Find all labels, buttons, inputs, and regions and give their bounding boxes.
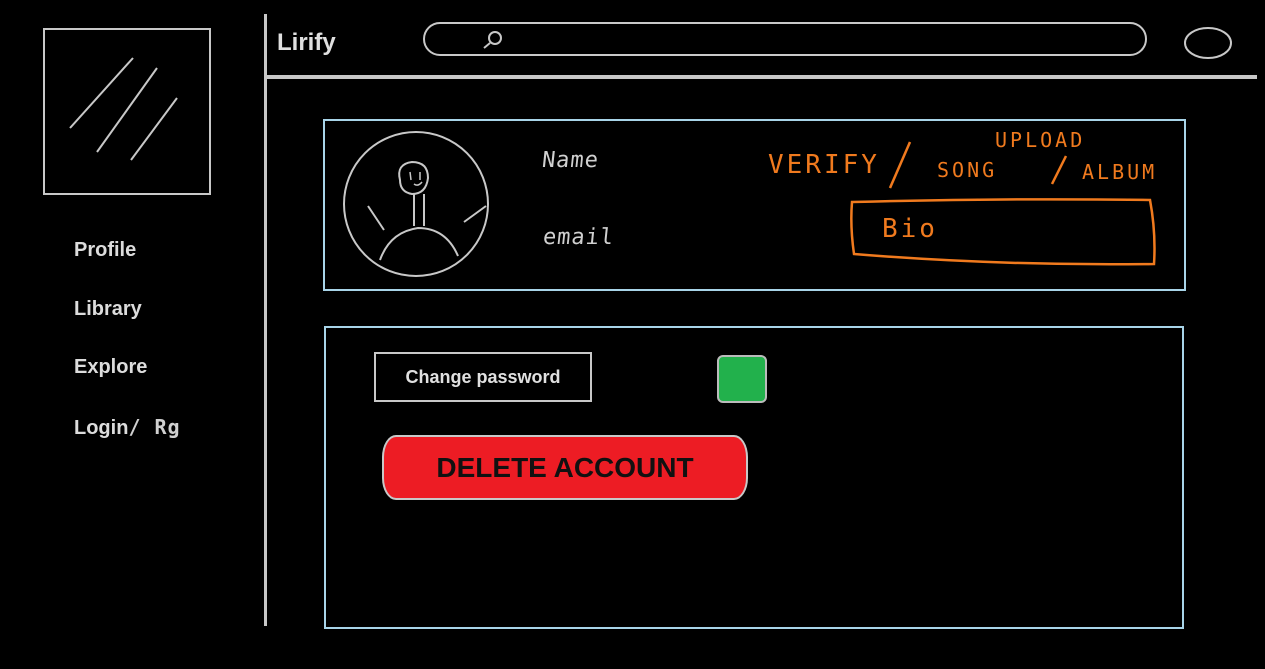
search-bar[interactable]	[423, 22, 1147, 56]
search-icon	[483, 31, 502, 49]
header-divider	[266, 75, 1257, 79]
sidebar-divider	[264, 14, 267, 626]
verify-link[interactable]: VERIFY	[768, 150, 880, 180]
profile-avatar-icon	[343, 131, 489, 277]
profile-name-label: Name	[540, 148, 601, 173]
sidebar-item-login-label: Login	[74, 417, 129, 439]
logo-placeholder	[43, 28, 211, 195]
sidebar-item-profile[interactable]: Profile	[74, 239, 136, 262]
user-avatar-icon[interactable]	[1183, 26, 1233, 60]
logo-sketch-icon	[69, 57, 178, 161]
delete-account-button[interactable]: DELETE ACCOUNT	[382, 435, 748, 500]
app-title: Lirify	[277, 29, 336, 56]
change-password-button[interactable]: Change password	[374, 352, 592, 402]
upload-album-link[interactable]: ALBUM	[1082, 160, 1157, 184]
settings-toggle[interactable]	[717, 355, 767, 403]
profile-email-label: email	[541, 225, 616, 250]
bio-field[interactable]: Bio	[882, 214, 938, 244]
sidebar-item-library[interactable]: Library	[74, 298, 142, 321]
upload-label: UPLOAD	[995, 128, 1086, 152]
sidebar-item-register-label: / Rg	[128, 415, 181, 439]
sidebar-item-login[interactable]: Login/ Rg	[74, 415, 181, 440]
separator-slash-icon	[1050, 155, 1068, 185]
upload-song-link[interactable]: SONG	[937, 158, 997, 182]
separator-slash-icon	[888, 141, 912, 189]
sidebar-item-explore[interactable]: Explore	[74, 356, 147, 379]
